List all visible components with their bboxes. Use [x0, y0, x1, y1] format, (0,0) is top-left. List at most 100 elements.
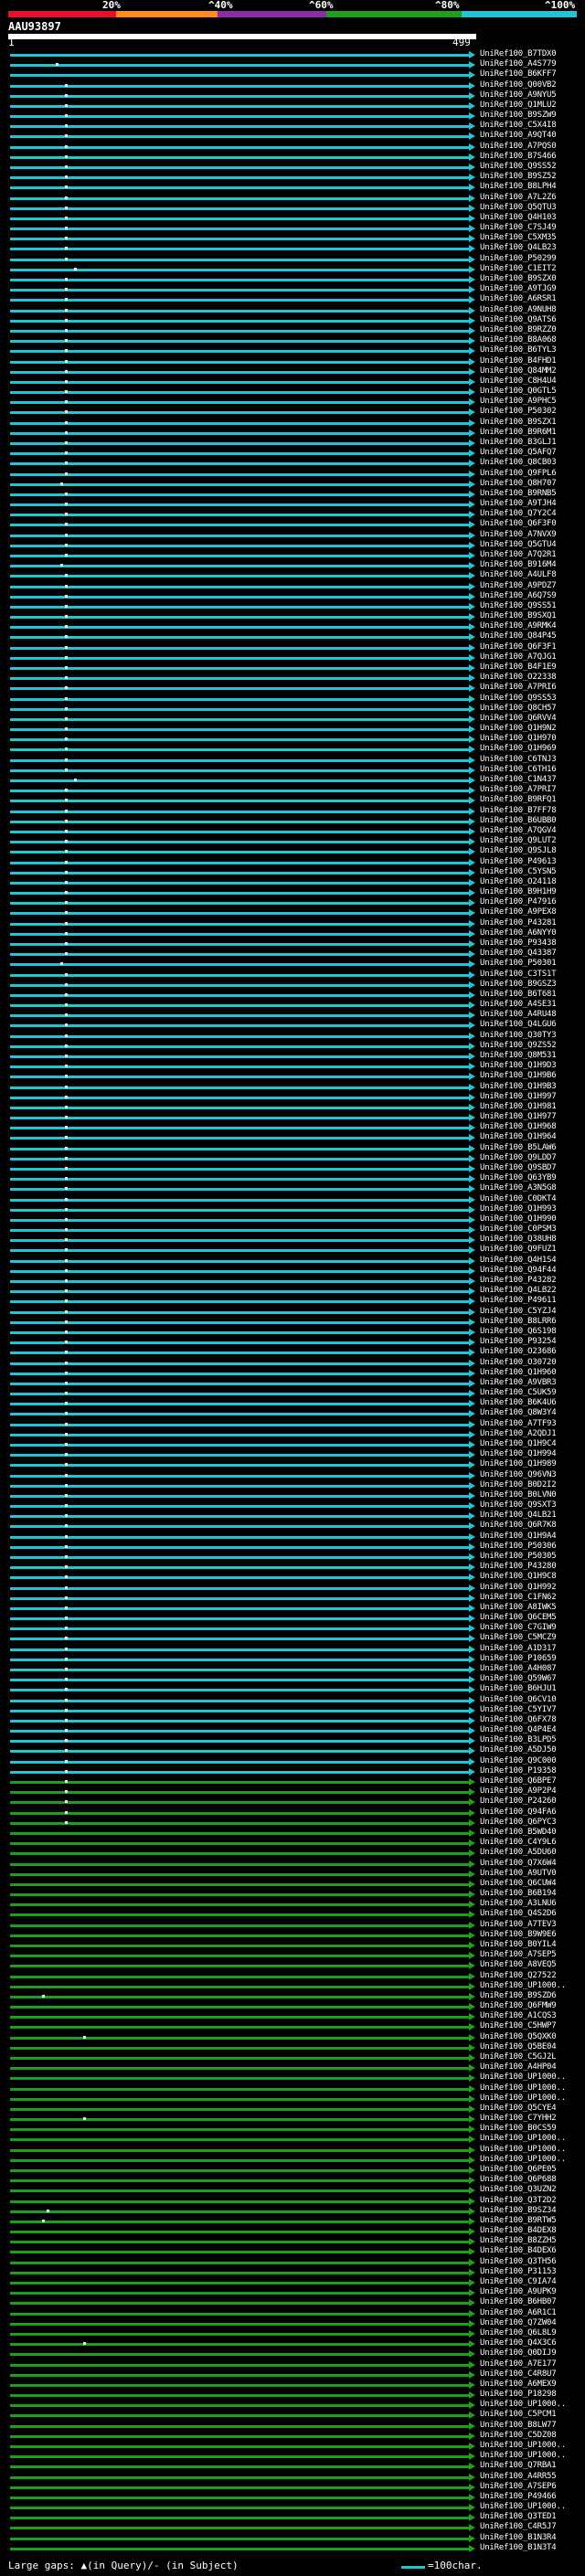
hit-alignment-bar[interactable] [10, 585, 470, 588]
hit-row[interactable]: UniRef100_P50302 [0, 407, 585, 417]
hit-alignment-bar[interactable] [10, 441, 470, 445]
hit-alignment-bar[interactable] [10, 1065, 470, 1069]
hit-label[interactable]: UniRef100_Q6BPE7 [480, 1776, 557, 1786]
hit-alignment-bar[interactable] [10, 881, 470, 885]
hit-alignment-bar[interactable] [10, 800, 470, 803]
hit-row[interactable]: UniRef100_A3LNU6 [0, 1899, 585, 1909]
hit-row[interactable]: UniRef100_A9RMK4 [0, 621, 585, 631]
hit-row[interactable]: UniRef100_B9SZ34 [0, 2206, 585, 2216]
hit-label[interactable]: UniRef100_P18298 [480, 2390, 557, 2400]
hit-label[interactable]: UniRef100_Q5CYE4 [480, 2104, 557, 2114]
hit-label[interactable]: UniRef100_C0DKT4 [480, 1194, 557, 1204]
hit-row[interactable]: UniRef100_Q9ZS52 [0, 1041, 585, 1051]
hit-label[interactable]: UniRef100_A7PQS0 [480, 142, 557, 152]
hit-label[interactable]: UniRef100_UP1000.. [480, 2083, 566, 2094]
hit-row[interactable]: UniRef100_P50306 [0, 1542, 585, 1552]
hit-alignment-bar[interactable] [10, 565, 470, 568]
hit-row[interactable]: UniRef100_A4SE31 [0, 1000, 585, 1010]
hit-row[interactable]: UniRef100_A7NVX9 [0, 530, 585, 540]
hit-alignment-bar[interactable] [10, 820, 470, 823]
hit-alignment-bar[interactable] [10, 289, 470, 292]
hit-alignment-bar[interactable] [10, 1852, 470, 1856]
hit-row[interactable]: UniRef100_B9GSZ3 [0, 980, 585, 990]
hit-alignment-bar[interactable] [10, 196, 470, 200]
hit-row[interactable]: UniRef100_B9RNB5 [0, 489, 585, 499]
hit-label[interactable]: UniRef100_B6B194 [480, 1889, 557, 1899]
hit-alignment-bar[interactable] [10, 1137, 470, 1140]
hit-alignment-bar[interactable] [10, 186, 470, 190]
hit-row[interactable]: UniRef100_A9P2P4 [0, 1786, 585, 1797]
hit-alignment-bar[interactable] [10, 1556, 470, 1559]
hit-alignment-bar[interactable] [10, 238, 470, 241]
hit-alignment-bar[interactable] [10, 1719, 470, 1723]
hit-label[interactable]: UniRef100_UP1000.. [480, 2502, 566, 2512]
hit-row[interactable]: UniRef100_Q9SXT3 [0, 1500, 585, 1511]
hit-row[interactable]: UniRef100_A4S779 [0, 59, 585, 69]
hit-label[interactable]: UniRef100_P31153 [480, 2267, 557, 2277]
hit-alignment-bar[interactable] [10, 1760, 470, 1764]
hit-row[interactable]: UniRef100_Q5QXK0 [0, 2032, 585, 2042]
hit-row[interactable]: UniRef100_Q9FUZ1 [0, 1245, 585, 1255]
hit-row[interactable]: UniRef100_B6B194 [0, 1889, 585, 1899]
hit-label[interactable]: UniRef100_A6Q7S9 [480, 591, 557, 601]
hit-alignment-bar[interactable] [10, 677, 470, 681]
hit-row[interactable]: UniRef100_Q6PYC3 [0, 1818, 585, 1828]
hit-alignment-bar[interactable] [10, 575, 470, 578]
hit-row[interactable]: UniRef100_Q3T2D2 [0, 2196, 585, 2206]
hit-alignment-bar[interactable] [10, 2424, 470, 2428]
hit-row[interactable]: UniRef100_Q1H9D3 [0, 1061, 585, 1071]
hit-label[interactable]: UniRef100_Q43387 [480, 949, 557, 959]
hit-label[interactable]: UniRef100_Q6L8L9 [480, 2328, 557, 2338]
hit-label[interactable]: UniRef100_A9TJH4 [480, 499, 557, 509]
hit-alignment-bar[interactable] [10, 1188, 470, 1192]
hit-row[interactable]: UniRef100_P24260 [0, 1797, 585, 1807]
hit-row[interactable]: UniRef100_Q1MLU2 [0, 101, 585, 111]
hit-row[interactable]: UniRef100_Q1H964 [0, 1132, 585, 1142]
hit-row[interactable]: UniRef100_Q8CH57 [0, 704, 585, 714]
hit-label[interactable]: UniRef100_P49466 [480, 2492, 557, 2502]
hit-label[interactable]: UniRef100_Q9SJL8 [480, 846, 557, 856]
hit-row[interactable]: UniRef100_Q6S198 [0, 1327, 585, 1337]
hit-row[interactable]: UniRef100_B0CS59 [0, 2124, 585, 2134]
hit-alignment-bar[interactable] [10, 656, 470, 660]
hit-row[interactable]: UniRef100_A1D317 [0, 1644, 585, 1654]
hit-row[interactable]: UniRef100_A7SEP5 [0, 1950, 585, 1960]
hit-row[interactable]: UniRef100_C7SJ49 [0, 223, 585, 233]
hit-label[interactable]: UniRef100_Q6CUW4 [480, 1879, 557, 1889]
hit-alignment-bar[interactable] [10, 779, 470, 783]
hit-alignment-bar[interactable] [10, 2404, 470, 2408]
hit-alignment-bar[interactable] [10, 493, 470, 496]
hit-label[interactable]: UniRef100_B6T681 [480, 990, 557, 1000]
hit-label[interactable]: UniRef100_C7YHH2 [480, 2114, 557, 2124]
hit-row[interactable]: UniRef100_C5X4I8 [0, 121, 585, 131]
hit-row[interactable]: UniRef100_A6Q7S9 [0, 591, 585, 601]
hit-label[interactable]: UniRef100_C3TS1T [480, 970, 557, 980]
hit-label[interactable]: UniRef100_Q94FA6 [480, 1807, 557, 1818]
hit-row[interactable]: UniRef100_B4DEX6 [0, 2246, 585, 2256]
hit-alignment-bar[interactable] [10, 1586, 470, 1590]
hit-alignment-bar[interactable] [10, 524, 470, 527]
hit-label[interactable]: UniRef100_B1N3T4 [480, 2543, 557, 2553]
hit-alignment-bar[interactable] [10, 2231, 470, 2234]
hit-alignment-bar[interactable] [10, 1831, 470, 1835]
hit-alignment-bar[interactable] [10, 2118, 470, 2122]
hit-row[interactable]: UniRef100_B8LW77 [0, 2421, 585, 2431]
hit-row[interactable]: UniRef100_C5DZ08 [0, 2431, 585, 2441]
hit-alignment-bar[interactable] [10, 135, 470, 139]
hit-label[interactable]: UniRef100_A7L2Z6 [480, 193, 557, 203]
hit-label[interactable]: UniRef100_Q96VN3 [480, 1470, 557, 1480]
hit-row[interactable]: UniRef100_P93438 [0, 938, 585, 949]
hit-alignment-bar[interactable] [10, 1249, 470, 1253]
hit-row[interactable]: UniRef100_B6T681 [0, 990, 585, 1000]
hit-alignment-bar[interactable] [10, 1801, 470, 1805]
hit-label[interactable]: UniRef100_Q5GTU4 [480, 540, 557, 550]
hit-label[interactable]: UniRef100_B9SZX1 [480, 418, 557, 428]
hit-label[interactable]: UniRef100_P49611 [480, 1296, 557, 1306]
hit-label[interactable]: UniRef100_A1D317 [480, 1644, 557, 1654]
hit-alignment-bar[interactable] [10, 125, 470, 129]
hit-row[interactable]: UniRef100_P18298 [0, 2390, 585, 2400]
hit-alignment-bar[interactable] [10, 155, 470, 159]
hit-label[interactable]: UniRef100_Q6P688 [480, 2175, 557, 2185]
hit-row[interactable]: UniRef100_C3TS1T [0, 970, 585, 980]
hit-label[interactable]: UniRef100_Q7ZW04 [480, 2318, 557, 2328]
